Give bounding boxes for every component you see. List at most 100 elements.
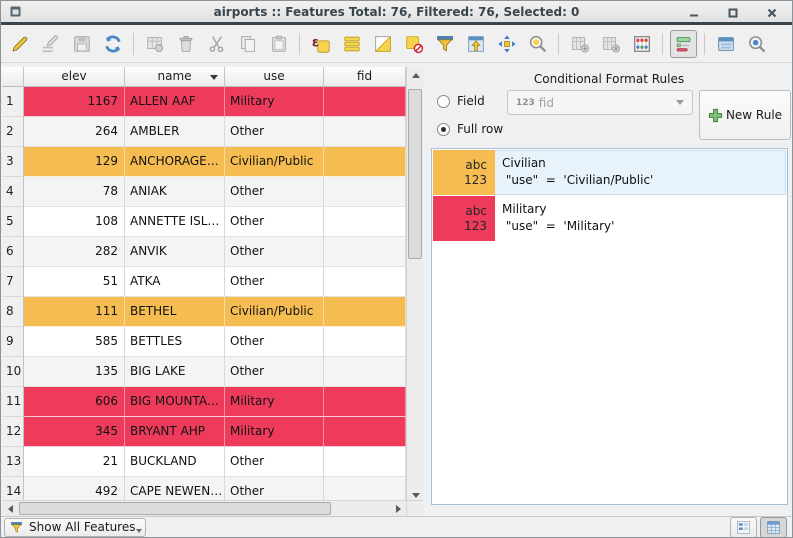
cell-name[interactable]: ATKA [125,267,225,297]
field-combo-box[interactable]: 123 fid [507,90,693,115]
full-row-radio-circle[interactable] [437,123,450,136]
new-field-button[interactable] [566,30,593,58]
copy-button[interactable] [234,30,261,58]
row-number[interactable]: 6 [2,237,24,267]
cell-elev[interactable]: 78 [24,177,125,207]
table-row[interactable]: 13 21 BUCKLAND Other [2,447,406,477]
table-row[interactable]: 12 345 BRYANT AHP Military [2,417,406,447]
cell-fid[interactable] [324,297,406,327]
scroll-left-arrow[interactable] [2,501,18,517]
conditional-rule-item[interactable]: abc 123 Military "use" = 'Military' [433,196,786,241]
cell-use[interactable]: Military [225,417,324,447]
cell-fid[interactable] [324,387,406,417]
row-number[interactable]: 10 [2,357,24,387]
table-row[interactable]: 5 108 ANNETTE ISL… Other [2,207,406,237]
select-all-button[interactable] [338,30,365,58]
cell-name[interactable]: BETTLES [125,327,225,357]
reload-table-button[interactable] [99,30,126,58]
row-number[interactable]: 2 [2,117,24,147]
show-all-features-button[interactable]: Show All Features [4,518,146,537]
cell-name[interactable]: ALLEN AAF [125,87,225,117]
full-row-radio[interactable]: Full row [437,122,503,136]
field-calculator-button[interactable] [628,30,655,58]
cell-fid[interactable] [324,417,406,447]
cell-use[interactable]: Other [225,207,324,237]
new-rule-button[interactable]: New Rule [699,90,791,140]
cell-use[interactable]: Other [225,327,324,357]
cell-fid[interactable] [324,357,406,387]
multi-edit-button[interactable] [37,30,64,58]
titlebar[interactable]: airports :: Features Total: 76, Filtered… [1,1,792,25]
select-by-expression-button[interactable]: ε [307,30,334,58]
cell-elev[interactable]: 135 [24,357,125,387]
cell-elev[interactable]: 606 [24,387,125,417]
deselect-all-button[interactable] [400,30,427,58]
dock-attribute-table-button[interactable] [712,30,739,58]
invert-selection-button[interactable] [369,30,396,58]
cell-name[interactable]: ANNETTE ISL… [125,207,225,237]
paste-button[interactable] [265,30,292,58]
cell-name[interactable]: ANIAK [125,177,225,207]
cell-elev[interactable]: 129 [24,147,125,177]
cell-use[interactable]: Civilian/Public [225,147,324,177]
cell-use[interactable]: Other [225,357,324,387]
cut-button[interactable] [203,30,230,58]
table-row[interactable]: 2 264 AMBLER Other [2,117,406,147]
cell-fid[interactable] [324,447,406,477]
cell-name[interactable]: BRYANT AHP [125,417,225,447]
row-number[interactable]: 12 [2,417,24,447]
cell-fid[interactable] [324,237,406,267]
cell-fid[interactable] [324,87,406,117]
cell-use[interactable]: Other [225,177,324,207]
horizontal-scrollbar[interactable] [2,500,406,516]
cell-elev[interactable]: 111 [24,297,125,327]
cell-elev[interactable]: 51 [24,267,125,297]
row-number[interactable]: 7 [2,267,24,297]
horizontal-scroll-thumb[interactable] [19,502,331,515]
column-header-elev[interactable]: elev [24,67,125,87]
cell-use[interactable]: Other [225,267,324,297]
vertical-scrollbar[interactable] [406,67,423,503]
cell-elev[interactable]: 1167 [24,87,125,117]
table-view-button[interactable] [760,517,787,538]
cell-name[interactable]: BIG MOUNTA… [125,387,225,417]
delete-selected-button[interactable] [172,30,199,58]
field-radio[interactable]: Field [437,94,485,108]
table-row[interactable]: 6 282 ANVIK Other [2,237,406,267]
scroll-up-arrow[interactable] [407,67,424,83]
table-row[interactable]: 9 585 BETTLES Other [2,327,406,357]
cell-elev[interactable]: 21 [24,447,125,477]
column-header-use[interactable]: use [225,67,324,87]
table-row[interactable]: 11 606 BIG MOUNTA… Military [2,387,406,417]
vertical-scroll-thumb[interactable] [408,89,422,259]
add-feature-button[interactable] [141,30,168,58]
close-button[interactable] [766,7,778,19]
row-number[interactable]: 1 [2,87,24,117]
cell-elev[interactable]: 108 [24,207,125,237]
minimize-button[interactable] [688,7,700,19]
cell-use[interactable]: Civilian/Public [225,297,324,327]
conditional-rule-item[interactable]: abc 123 Civilian "use" = 'Civilian/Publi… [433,150,786,195]
cell-name[interactable]: ANCHORAGE… [125,147,225,177]
cell-name[interactable]: BUCKLAND [125,447,225,477]
cell-use[interactable]: Military [225,87,324,117]
cell-elev[interactable]: 264 [24,117,125,147]
table-row[interactable]: 8 111 BETHEL Civilian/Public [2,297,406,327]
cell-use[interactable]: Other [225,117,324,147]
corner-header[interactable] [2,67,24,87]
cell-name[interactable]: BETHEL [125,297,225,327]
cell-name[interactable]: BIG LAKE [125,357,225,387]
cell-elev[interactable]: 345 [24,417,125,447]
table-row[interactable]: 7 51 ATKA Other [2,267,406,297]
column-header-name[interactable]: name [125,67,225,87]
table-row[interactable]: 4 78 ANIAK Other [2,177,406,207]
cell-elev[interactable]: 585 [24,327,125,357]
zoom-to-selection-button[interactable] [524,30,551,58]
cell-use[interactable]: Military [225,387,324,417]
table-row[interactable]: 1 1167 ALLEN AAF Military [2,87,406,117]
delete-field-button[interactable] [597,30,624,58]
cell-fid[interactable] [324,327,406,357]
scroll-right-arrow[interactable] [390,501,406,517]
row-number[interactable]: 3 [2,147,24,177]
cell-fid[interactable] [324,117,406,147]
